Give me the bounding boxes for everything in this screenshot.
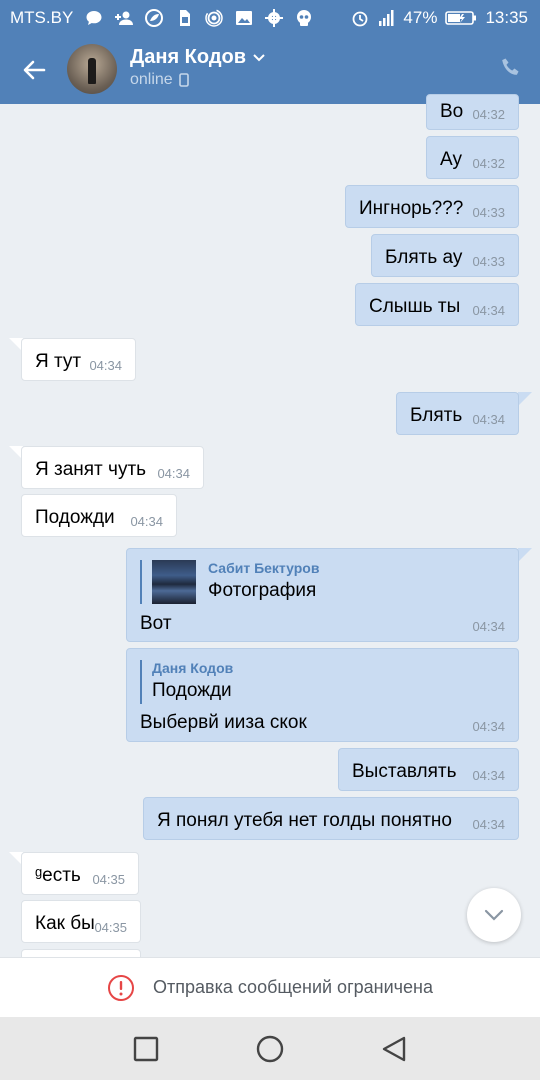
message-text: Вот — [140, 613, 172, 634]
message-time: 04:35 — [92, 872, 125, 887]
scroll-to-bottom-button[interactable] — [467, 888, 521, 942]
message-text: Как бы — [35, 913, 95, 934]
message-time: 04:35 — [94, 920, 127, 935]
battery-icon — [445, 11, 477, 25]
message-bubble-outgoing[interactable]: Блять 04:34 — [396, 392, 519, 435]
message-time: 04:33 — [472, 205, 505, 220]
mobile-icon — [178, 73, 189, 87]
message-time: 04:34 — [472, 303, 505, 318]
navigation-bar — [0, 1017, 540, 1080]
message-bubble-incoming[interactable]: Я занят чуть 04:34 — [21, 446, 204, 489]
message-bubble-outgoing[interactable]: Слышь ты 04:34 — [355, 283, 519, 326]
forward-text: Фотография — [208, 580, 317, 601]
message-text: Я занят чуть — [35, 459, 147, 480]
message-text: Выбервй ииза скок — [140, 712, 307, 733]
back-arrow-icon[interactable] — [20, 56, 48, 84]
message-bubble-incoming[interactable]: Подожди 04:34 — [21, 494, 177, 537]
message-time: 04:34 — [472, 719, 505, 734]
message-time: 04:34 — [472, 619, 505, 634]
message-bubble-incoming[interactable]: Я тут 04:34 — [21, 338, 136, 381]
message-bubble-outgoing[interactable]: Выставлять 04:34 — [338, 748, 519, 791]
message-bubble-outgoing[interactable]: Ингнорь??? 04:33 — [345, 185, 519, 228]
add-user-icon — [115, 11, 134, 25]
gear-icon — [265, 9, 284, 27]
bubble-tail — [518, 548, 532, 562]
forwarded-message[interactable]: Сабит Бектуров Фотография — [140, 560, 319, 604]
message-time: 04:34 — [89, 358, 122, 373]
message-bubble-incoming[interactable]: ᵍесть 04:35 — [21, 852, 139, 895]
sim-icon — [180, 10, 191, 26]
contact-status-label: online — [130, 71, 173, 88]
battery-percent: 47% — [403, 8, 438, 27]
chevron-down-icon — [253, 53, 265, 61]
message-text: Ау — [440, 149, 462, 170]
message-time: 04:34 — [130, 514, 163, 529]
message-bubble-forwarded[interactable]: Сабит Бектуров Фотография Вот 04:34 — [126, 548, 519, 642]
forward-text: Подожди — [152, 680, 232, 701]
app-header-bar: MTS.BY 47% 13:35 Даня Кодов online — [0, 0, 540, 104]
home-icon[interactable] — [255, 1034, 285, 1064]
carrier-label: MTS.BY — [10, 8, 74, 27]
back-icon[interactable] — [380, 1035, 408, 1063]
recent-apps-icon[interactable] — [132, 1035, 160, 1063]
restriction-text: Отправка сообщений ограничена — [153, 977, 433, 997]
forwarded-message[interactable]: Даня Кодов Подожди — [140, 660, 233, 704]
message-time: 04:34 — [472, 768, 505, 783]
chat-icon — [86, 11, 102, 25]
contact-avatar[interactable] — [67, 44, 117, 94]
message-text: Во — [440, 101, 464, 122]
message-text: Я понял утебя нет голды понятно — [157, 810, 452, 831]
restriction-notice: Отправка сообщений ограничена — [0, 957, 540, 1017]
message-bubble-outgoing[interactable]: Во 04:32 — [426, 94, 519, 130]
message-time: 04:32 — [472, 156, 505, 171]
message-time: 04:33 — [472, 254, 505, 269]
warning-icon — [108, 974, 134, 1001]
skull-icon — [297, 10, 312, 26]
clock: 13:35 — [485, 8, 528, 27]
hotspot-icon — [205, 9, 224, 27]
message-bubble-outgoing[interactable]: Я понял утебя нет голды понятно 04:34 — [143, 797, 519, 840]
message-text: ᵍесть — [35, 865, 81, 886]
phone-icon[interactable] — [499, 56, 523, 80]
message-time: 04:34 — [157, 466, 190, 481]
leaf-icon — [145, 9, 164, 27]
forward-author: Сабит Бектуров — [208, 560, 320, 576]
message-text: Блять — [410, 405, 463, 426]
message-text: Выставлять — [352, 761, 457, 782]
message-bubble-outgoing[interactable]: Блять ау 04:33 — [371, 234, 519, 277]
message-bubble-incoming[interactable]: Как бы 04:35 — [21, 900, 141, 943]
status-bar: MTS.BY 47% 13:35 — [0, 0, 540, 36]
message-text: Ингнорь??? — [359, 198, 464, 219]
contact-name-button[interactable]: Даня Кодов — [130, 46, 266, 69]
message-text: Я тут — [35, 351, 82, 372]
message-text: Слышь ты — [369, 296, 461, 317]
signal-icon — [379, 10, 394, 26]
bubble-tail — [518, 392, 532, 406]
message-bubble-outgoing[interactable]: Ау 04:32 — [426, 136, 519, 179]
forward-author: Даня Кодов — [152, 660, 234, 676]
message-text: Блять ау — [385, 247, 463, 268]
message-time: 04:32 — [472, 107, 505, 122]
contact-status: online — [130, 71, 189, 89]
message-bubble-forwarded[interactable]: Даня Кодов Подожди Выбервй ииза скок 04:… — [126, 648, 519, 742]
alarm-icon — [353, 11, 368, 27]
chevron-down-icon — [484, 909, 504, 921]
message-time: 04:34 — [472, 817, 505, 832]
message-time: 04:34 — [472, 412, 505, 427]
photo-thumbnail[interactable] — [152, 560, 196, 604]
contact-name: Даня Кодов — [130, 46, 247, 68]
message-text: Подожди — [35, 507, 115, 528]
image-icon — [236, 11, 253, 25]
